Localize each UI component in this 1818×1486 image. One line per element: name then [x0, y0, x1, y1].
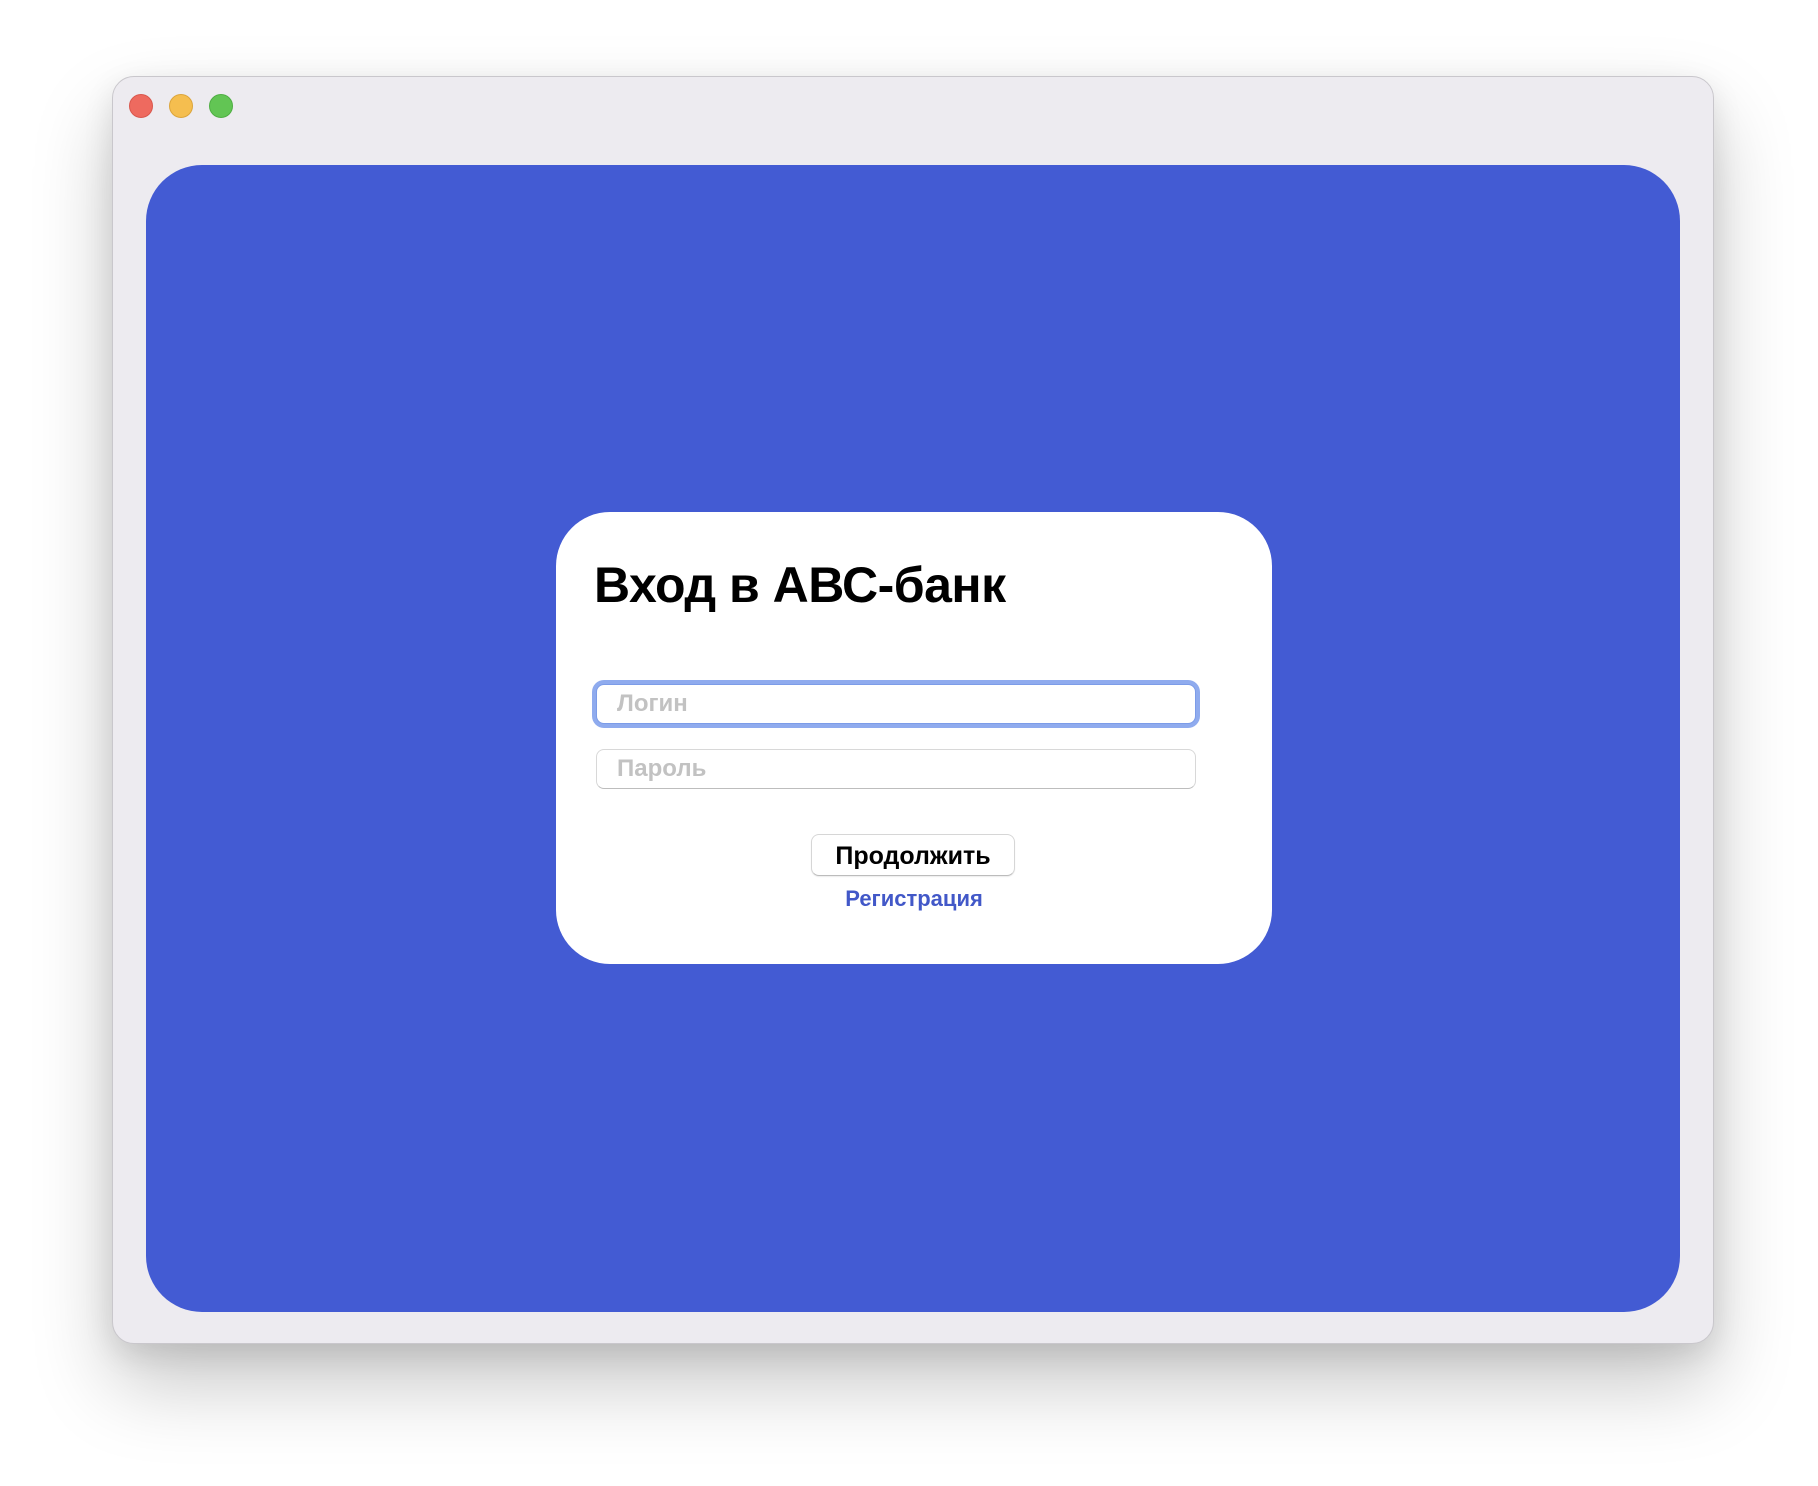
- continue-button[interactable]: Продолжить: [811, 834, 1015, 876]
- main-content: Вход в АВС-банк Продолжить Регистрация: [146, 165, 1680, 1312]
- page-title: Вход в АВС-банк: [594, 557, 1006, 613]
- app-window: Вход в АВС-банк Продолжить Регистрация: [112, 76, 1714, 1344]
- login-card: Вход в АВС-банк Продолжить Регистрация: [556, 512, 1272, 964]
- zoom-window-button[interactable]: [209, 94, 233, 118]
- login-input[interactable]: [596, 684, 1196, 724]
- minimize-window-button[interactable]: [169, 94, 193, 118]
- title-bar[interactable]: [113, 77, 1713, 167]
- register-link[interactable]: Регистрация: [556, 886, 1272, 912]
- close-window-button[interactable]: [129, 94, 153, 118]
- password-input[interactable]: [596, 749, 1196, 789]
